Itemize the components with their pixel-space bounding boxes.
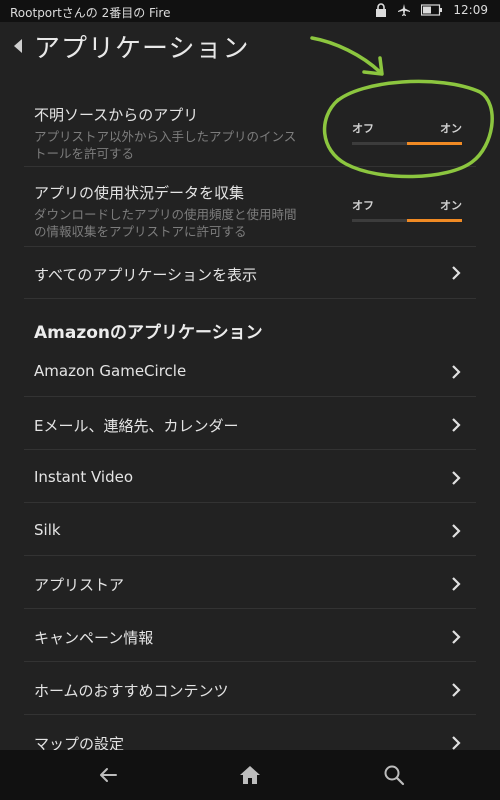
- chevron-right-icon: [452, 577, 461, 591]
- amazon-app-label: Instant Video: [34, 468, 134, 486]
- divider: [24, 298, 476, 299]
- toggle-track: [352, 219, 462, 222]
- navigation-bar: [0, 750, 500, 800]
- chevron-right-icon: [452, 524, 461, 538]
- amazon-app-label: Eメール、連絡先、カレンダー: [34, 417, 239, 435]
- toggle-off-label: オフ: [352, 122, 374, 135]
- toggle-on-fill: [407, 219, 462, 222]
- amazon-app-label: アプリストア: [34, 576, 125, 594]
- amazon-app-item[interactable]: Silk: [0, 521, 500, 539]
- toggle-on-fill: [407, 142, 462, 145]
- unknown-sources-toggle[interactable]: オフ オン: [352, 120, 462, 145]
- toggle-on-label: オン: [440, 122, 462, 135]
- show-all-apps-item[interactable]: すべてのアプリケーションを表示: [0, 264, 500, 285]
- search-icon[interactable]: [382, 763, 406, 787]
- amazon-app-item[interactable]: アプリストア: [0, 574, 500, 595]
- chevron-right-icon: [452, 630, 461, 644]
- chevron-right-icon: [452, 266, 461, 280]
- amazon-app-label: ホームのおすすめコンテンツ: [34, 682, 229, 700]
- airplane-icon: [397, 3, 411, 17]
- amazon-app-item[interactable]: Eメール、連絡先、カレンダー: [0, 415, 500, 436]
- amazon-app-label: Silk: [34, 521, 61, 539]
- amazon-app-item[interactable]: キャンペーン情報: [0, 627, 500, 648]
- description-line: の情報収集をアプリストアに許可する: [34, 224, 247, 239]
- amazon-app-label: Amazon GameCircle: [34, 362, 187, 380]
- amazon-app-item[interactable]: Instant Video: [0, 468, 500, 486]
- toggle-on-label: オン: [440, 199, 462, 212]
- page-title: アプリケーション: [34, 33, 250, 64]
- divider: [24, 502, 476, 503]
- chevron-right-icon: [452, 365, 461, 379]
- divider: [24, 396, 476, 397]
- divider: [24, 661, 476, 662]
- divider: [24, 166, 476, 167]
- screen: Rootportさんの 2番目の Fire 12:09 アプリケーション 不明ソ…: [0, 0, 500, 800]
- amazon-app-label: キャンペーン情報: [34, 629, 154, 647]
- usage-data-toggle[interactable]: オフ オン: [352, 197, 462, 222]
- show-all-apps-label: すべてのアプリケーションを表示: [34, 266, 258, 284]
- divider: [24, 449, 476, 450]
- home-icon[interactable]: [238, 763, 262, 787]
- chevron-right-icon: [452, 471, 461, 485]
- device-name: Rootportさんの 2番目の Fire: [10, 6, 171, 20]
- description-line: トールを許可する: [34, 146, 135, 161]
- back-button[interactable]: [4, 22, 34, 70]
- back-icon: [14, 39, 22, 53]
- nav-back-icon[interactable]: [96, 763, 120, 787]
- toggle-off-label: オフ: [352, 199, 374, 212]
- divider: [24, 246, 476, 247]
- status-icons: 12:09: [375, 3, 488, 17]
- chevron-right-icon: [452, 418, 461, 432]
- app-header: アプリケーション: [0, 22, 500, 70]
- amazon-section-title: Amazonのアプリケーション: [34, 323, 263, 343]
- amazon-app-item[interactable]: Amazon GameCircle: [0, 362, 500, 380]
- lock-icon: [375, 3, 387, 17]
- clock: 12:09: [453, 3, 488, 17]
- chevron-right-icon: [452, 683, 461, 697]
- divider: [24, 714, 476, 715]
- divider: [24, 555, 476, 556]
- status-bar: Rootportさんの 2番目の Fire 12:09: [0, 0, 500, 22]
- divider: [24, 608, 476, 609]
- toggle-track: [352, 142, 462, 145]
- amazon-app-item[interactable]: ホームのおすすめコンテンツ: [0, 680, 500, 701]
- chevron-right-icon: [452, 736, 461, 750]
- battery-icon: [421, 4, 443, 16]
